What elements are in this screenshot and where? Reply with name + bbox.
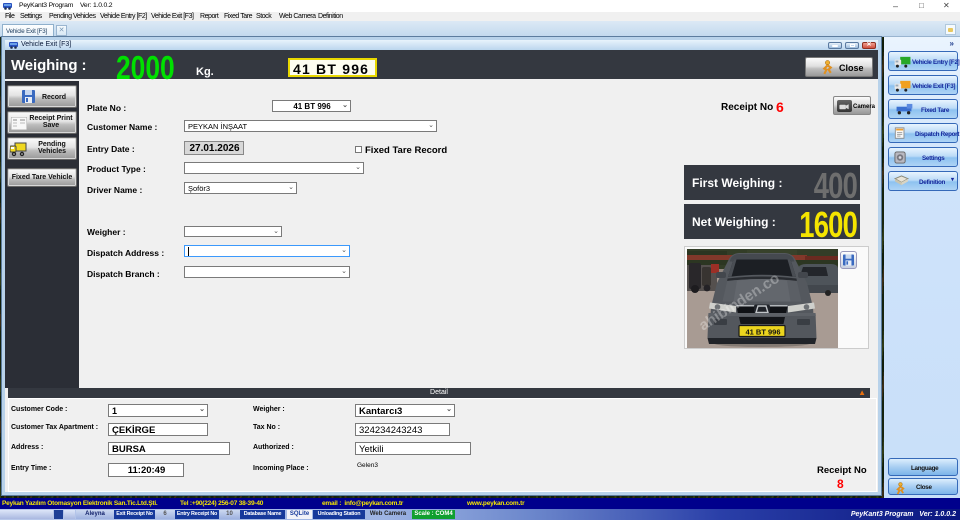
svg-text:41 BT 996: 41 BT 996	[745, 328, 780, 337]
